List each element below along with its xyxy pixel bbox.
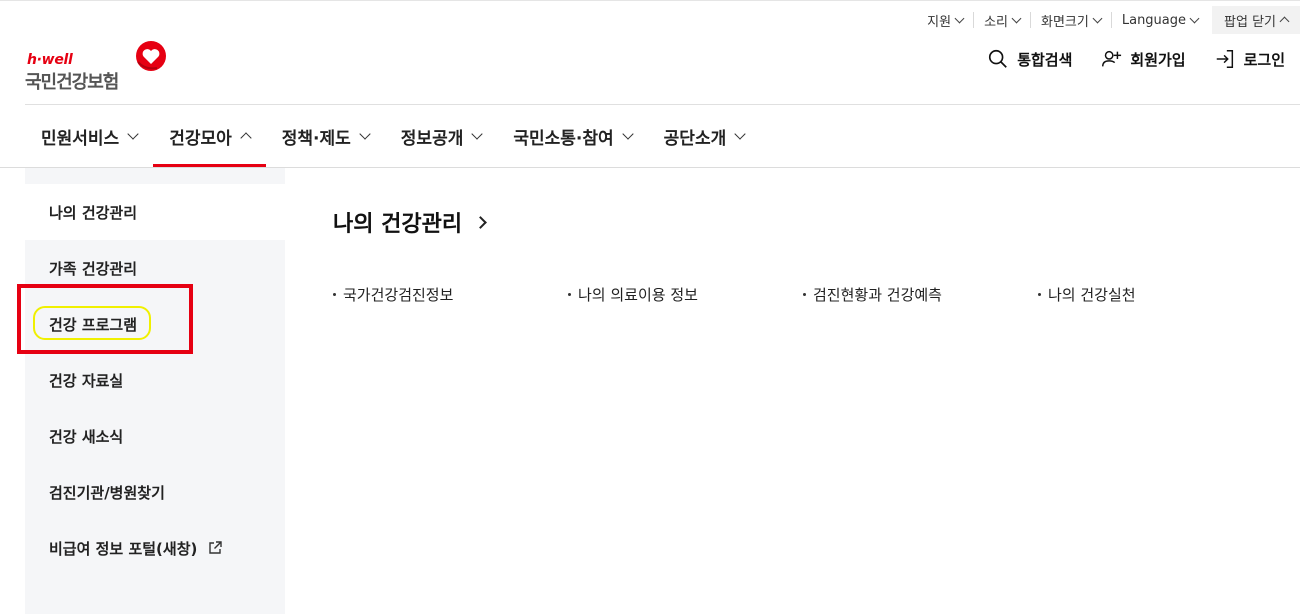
chevron-down-icon <box>1092 13 1103 23</box>
content-title-link[interactable]: 나의 건강관리 <box>333 206 487 238</box>
logo-main-text: 국민건강보험 <box>25 72 119 93</box>
side-item-label: 가족 건강관리 <box>49 259 138 278</box>
util-language-label: Language <box>1121 12 1187 28</box>
side-menu: 나의 건강관리 가족 건강관리 건강 프로그램 건강 자료실 건강 새소식 검진… <box>25 168 285 614</box>
content-links: 국가건강검진정보 나의 의료이용 정보 검진현황과 건강예측 나의 건강실천 <box>333 284 1273 305</box>
link-medical-usage[interactable]: 나의 의료이용 정보 <box>568 284 803 305</box>
chevron-down-icon <box>359 127 371 140</box>
search-label: 통합검색 <box>1017 50 1073 69</box>
util-support[interactable]: 지원 <box>917 12 973 30</box>
user-plus-icon <box>1102 50 1122 67</box>
utility-bar: 지원 소리 화면크기 Language 팝업 닫기 <box>917 6 1300 34</box>
link-label: 검진현황과 건강예측 <box>813 286 942 304</box>
side-item-label: 건강 새소식 <box>49 427 124 446</box>
signup-label: 회원가입 <box>1130 50 1186 69</box>
nav-item-label: 정보공개 <box>400 128 464 149</box>
side-item-label: 검진기관/병원찾기 <box>49 483 165 502</box>
side-item-label: 나의 건강관리 <box>49 203 138 222</box>
logo[interactable]: h·well 국민건강보험 <box>25 40 175 93</box>
side-item-noncovered-portal[interactable]: 비급여 정보 포털(새창) <box>25 520 285 576</box>
main-nav: 민원서비스 건강모아 정책·제도 정보공개 국민소통·참여 공단소개 <box>25 105 760 167</box>
login-icon <box>1216 50 1233 68</box>
link-label: 나의 의료이용 정보 <box>578 286 698 304</box>
side-item-family-health[interactable]: 가족 건강관리 <box>25 240 285 296</box>
side-item-health-program[interactable]: 건강 프로그램 <box>25 296 285 352</box>
side-item-find-hospital[interactable]: 검진기관/병원찾기 <box>25 464 285 520</box>
login-label: 로그인 <box>1243 50 1285 69</box>
bullet-icon <box>333 293 336 296</box>
popup-close-label: 팝업 닫기 <box>1224 14 1276 30</box>
side-item-label: 비급여 정보 포털(새창) <box>49 539 198 558</box>
chevron-up-icon <box>240 132 252 144</box>
chevron-down-icon <box>127 127 139 140</box>
signup-button[interactable]: 회원가입 <box>1100 48 1186 70</box>
chevron-right-icon <box>474 215 487 229</box>
nav-item-label: 공단소개 <box>663 128 727 149</box>
nav-item-health[interactable]: 건강모아 <box>153 105 266 167</box>
bullet-icon <box>803 293 806 296</box>
nav-item-communication[interactable]: 국민소통·참여 <box>497 105 647 167</box>
nav-item-label: 건강모아 <box>169 128 232 149</box>
header-actions: 통합검색 회원가입 로그인 <box>987 48 1285 70</box>
util-sound-label: 소리 <box>984 14 1009 30</box>
util-screen-size-label: 화면크기 <box>1041 14 1089 30</box>
side-item-health-library[interactable]: 건강 자료실 <box>25 352 285 408</box>
content-title: 나의 건강관리 <box>333 212 463 237</box>
logo-sub-text: h·well <box>27 52 73 68</box>
side-item-health-news[interactable]: 건강 새소식 <box>25 408 285 464</box>
nav-item-civil-service[interactable]: 민원서비스 <box>25 105 153 167</box>
chevron-down-icon <box>622 127 634 140</box>
search-icon <box>989 49 1008 68</box>
side-item-my-health[interactable]: 나의 건강관리 <box>25 184 285 240</box>
util-screen-size[interactable]: 화면크기 <box>1030 12 1111 30</box>
heart-logo-icon <box>136 41 166 71</box>
chevron-down-icon <box>1011 13 1022 23</box>
side-item-label: 건강 자료실 <box>49 371 124 390</box>
side-item-label: 건강 프로그램 <box>49 315 138 334</box>
login-button[interactable]: 로그인 <box>1214 48 1285 70</box>
chevron-down-icon <box>734 127 746 140</box>
link-national-checkup[interactable]: 국가건강검진정보 <box>333 284 568 305</box>
chevron-down-icon <box>471 127 484 140</box>
chevron-down-icon <box>1189 13 1200 23</box>
nav-item-label: 정책·제도 <box>281 128 351 149</box>
side-menu-top <box>25 168 285 184</box>
link-label: 국가건강검진정보 <box>343 286 454 304</box>
bullet-icon <box>1038 293 1041 296</box>
search-button[interactable]: 통합검색 <box>987 48 1072 70</box>
nav-item-label: 민원서비스 <box>41 128 120 149</box>
bullet-icon <box>568 293 571 296</box>
popup-close-button[interactable]: 팝업 닫기 <box>1212 6 1300 34</box>
nav-item-policy[interactable]: 정책·제도 <box>266 105 385 167</box>
util-support-label: 지원 <box>927 14 952 30</box>
external-link-icon <box>209 541 223 554</box>
chevron-up-icon <box>1279 16 1290 27</box>
nav-item-info-disclosure[interactable]: 정보공개 <box>385 105 498 167</box>
link-health-practice[interactable]: 나의 건강실천 <box>1038 284 1273 305</box>
link-label: 나의 건강실천 <box>1048 286 1136 304</box>
chevron-down-icon <box>954 13 965 23</box>
link-checkup-prediction[interactable]: 검진현황과 건강예측 <box>803 284 1038 305</box>
util-sound[interactable]: 소리 <box>973 12 1030 30</box>
nav-item-label: 국민소통·참여 <box>513 128 614 149</box>
util-language[interactable]: Language <box>1110 12 1208 28</box>
nav-item-about[interactable]: 공단소개 <box>648 105 761 167</box>
